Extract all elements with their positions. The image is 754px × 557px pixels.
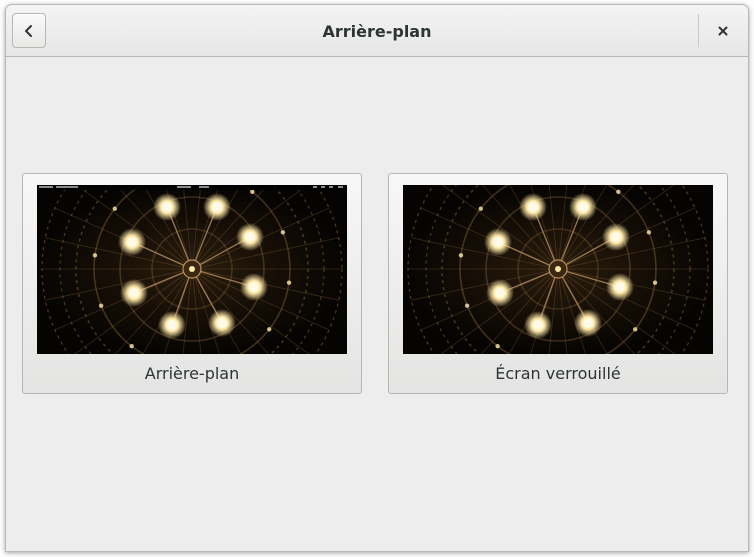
close-button[interactable] — [705, 13, 741, 49]
preview-top-bar — [37, 185, 347, 190]
lock-screen-card-label: Écran verrouillé — [495, 364, 621, 383]
settings-window: Arrière-plan Arrière-plan Écran verrouil… — [5, 4, 749, 552]
chandelier-wallpaper-image — [403, 185, 713, 354]
header-bar: Arrière-plan — [6, 5, 748, 57]
lock-screen-preview — [403, 185, 713, 354]
header-separator — [698, 14, 699, 47]
window-title: Arrière-plan — [322, 22, 432, 41]
chandelier-wallpaper-image — [37, 185, 347, 354]
background-card-label: Arrière-plan — [144, 364, 240, 383]
lock-screen-card[interactable]: Écran verrouillé — [388, 173, 728, 394]
background-card[interactable]: Arrière-plan — [22, 173, 362, 394]
background-preview — [37, 185, 347, 354]
close-icon — [718, 26, 728, 36]
